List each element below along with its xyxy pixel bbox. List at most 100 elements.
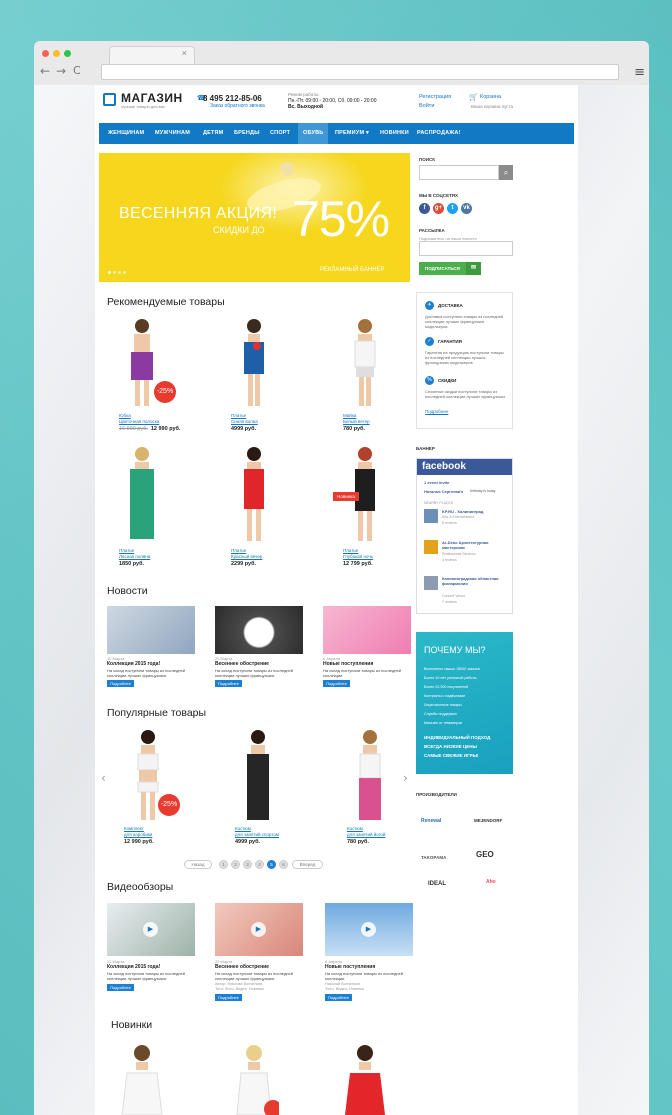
pagination-prev[interactable]: Назад	[184, 860, 212, 869]
cart-link[interactable]: Корзина	[480, 94, 501, 100]
nav-men[interactable]: МУЖЧИНАМ	[155, 130, 190, 136]
news-more-button[interactable]: Подробнее	[215, 680, 242, 687]
product-subname-link[interactable]: Белый ветер	[343, 419, 370, 425]
back-arrow-icon[interactable]: ←	[40, 64, 50, 78]
product-subname-link[interactable]: Цветочная полоска	[119, 419, 159, 425]
news-more-button[interactable]: Подробнее	[107, 680, 134, 687]
address-bar[interactable]	[101, 64, 619, 80]
info-more-link[interactable]: Подробнее	[425, 409, 448, 414]
news-more-button[interactable]: Подробнее	[323, 680, 350, 687]
hamburger-menu-icon[interactable]: ≡	[634, 65, 645, 80]
brand-aho-logo[interactable]: Aho	[486, 879, 496, 885]
pagination-page[interactable]: 2	[231, 860, 240, 869]
news-headline[interactable]: Весеннее обострение	[215, 661, 269, 667]
brand-renewal-logo[interactable]: Renewal	[421, 818, 441, 824]
nav-women[interactable]: ЖЕНЩИНАМ	[108, 130, 144, 136]
fb-birthday-name[interactable]: Наталья Сергеева's	[424, 489, 463, 494]
reload-icon[interactable]: C	[73, 64, 81, 77]
video-headline[interactable]: Весеннее обострение	[215, 964, 269, 970]
close-tab-icon[interactable]: ×	[182, 48, 187, 58]
product-image[interactable]	[229, 317, 279, 409]
cart-icon[interactable]: 🛒	[469, 93, 478, 101]
fb-event-invite[interactable]: 1 event invite	[424, 480, 449, 485]
video-headline[interactable]: Новые поступления	[325, 964, 375, 970]
slider-dot-4[interactable]	[123, 271, 126, 274]
facebook-widget[interactable]: facebook 1 event invite Наталья Сергеева…	[416, 458, 513, 614]
callback-link[interactable]: Заказ обратного звонка	[210, 103, 265, 109]
bag-logo-icon[interactable]	[103, 93, 116, 106]
twitter-icon[interactable]: t	[447, 203, 458, 214]
play-icon[interactable]: ▶	[361, 922, 376, 937]
play-icon[interactable]: ▶	[251, 922, 266, 937]
nav-premium[interactable]: ПРЕМИУМ ▾	[335, 130, 369, 136]
logo[interactable]: МАГАЗИН	[121, 91, 183, 105]
fb-place-name[interactable]: KP.RU - Калининград	[442, 509, 512, 514]
nav-new[interactable]: НОВИНКИ	[380, 130, 409, 136]
video-more-button[interactable]: Подробнее	[107, 984, 134, 991]
product-image[interactable]	[229, 1043, 279, 1115]
pagination-page[interactable]: 4	[255, 860, 264, 869]
news-headline[interactable]: Новые поступления	[323, 661, 373, 667]
product-image[interactable]	[340, 1043, 390, 1115]
product-subname-link[interactable]: Глубокая ночь	[343, 554, 373, 560]
news-image[interactable]	[107, 606, 195, 654]
news-image[interactable]	[323, 606, 411, 654]
product-image[interactable]	[229, 445, 279, 545]
google-plus-icon[interactable]: g+	[433, 203, 444, 214]
brand-takopama-logo[interactable]: TAKOPAMA	[421, 855, 446, 860]
video-more-button[interactable]: Подробнее	[325, 994, 352, 1001]
product-subname-link[interactable]: Лесная поляна	[119, 554, 150, 560]
news-image[interactable]	[215, 606, 303, 654]
product-subname-link[interactable]: Красный вечер	[231, 554, 262, 560]
phone-number[interactable]: 8 495 212-85-06	[203, 94, 262, 103]
slider-dot-2[interactable]	[113, 271, 116, 274]
brand-mejendorf-logo[interactable]: MEJENDORF	[474, 818, 502, 823]
video-headline[interactable]: Коллекция 2015 года!	[107, 964, 160, 970]
brand-ideal-logo[interactable]: IDEAL	[428, 881, 446, 887]
product-image[interactable]	[233, 728, 283, 823]
search-input[interactable]	[419, 165, 499, 180]
login-link[interactable]: Войти	[419, 103, 434, 109]
fb-place-name[interactable]: Калининградская областная филармония	[442, 576, 512, 586]
promo-banner[interactable]: ВЕСЕННЯЯ АКЦИЯ! СКИДКИ ДО 75% РЕКЛАМНЫЙ …	[99, 153, 410, 282]
product-image[interactable]	[345, 728, 395, 823]
pagination-page[interactable]: 1	[219, 860, 228, 869]
slider-dot-1[interactable]	[108, 271, 111, 274]
carousel-prev-arrow[interactable]: ‹	[101, 771, 106, 785]
search-icon[interactable]: ⌕	[499, 165, 513, 180]
product-subname-link[interactable]: для аэробики	[124, 832, 152, 838]
product-image[interactable]	[117, 445, 167, 545]
minimize-window-button[interactable]	[53, 50, 60, 57]
product-image[interactable]	[117, 1043, 167, 1115]
close-window-button[interactable]	[42, 50, 49, 57]
carousel-next-arrow[interactable]: ›	[403, 771, 408, 785]
nav-sport[interactable]: СПОРТ	[270, 130, 290, 136]
vk-icon[interactable]: vk	[461, 203, 472, 214]
nav-brands[interactable]: БРЕНДЫ	[234, 130, 260, 136]
video-tags: Фото, Видео, Новинки	[325, 987, 364, 991]
facebook-icon[interactable]: f	[419, 203, 430, 214]
product-image[interactable]	[340, 317, 390, 409]
product-subname-link[interactable]: для занятий спортом	[235, 832, 279, 838]
forward-arrow-icon[interactable]: →	[56, 64, 66, 78]
register-link[interactable]: Регистрация	[419, 94, 451, 100]
fb-place-name[interactable]: Ar-Deko Архитектурная мастерская	[442, 540, 512, 550]
brand-geo-logo[interactable]: GEO	[476, 850, 494, 859]
pagination-page[interactable]: 6	[279, 860, 288, 869]
pagination-next[interactable]: Вперед	[292, 860, 323, 869]
pagination-page-active[interactable]: 5	[267, 860, 276, 869]
nav-kids[interactable]: ДЕТЯМ	[203, 130, 223, 136]
video-more-button[interactable]: Подробнее	[215, 994, 242, 1001]
news-headline[interactable]: Коллекция 2015 года!	[107, 661, 160, 667]
subscribe-button[interactable]: ПОДПИСАТЬСЯ ✉	[419, 262, 481, 275]
newsletter-email-input[interactable]	[419, 241, 513, 256]
pagination-page[interactable]: 3	[243, 860, 252, 869]
play-icon[interactable]: ▶	[143, 922, 158, 937]
browser-tab[interactable]: ×	[109, 46, 195, 64]
nav-shoes[interactable]: ОБУВЬ	[303, 130, 323, 136]
product-subname-link[interactable]: для занятий йогой	[347, 832, 385, 838]
slider-dot-3[interactable]	[118, 271, 121, 274]
maximize-window-button[interactable]	[64, 50, 71, 57]
nav-sale[interactable]: РАСПРОДАЖА!	[417, 130, 461, 136]
product-subname-link[interactable]: Синяя волна	[231, 419, 258, 425]
